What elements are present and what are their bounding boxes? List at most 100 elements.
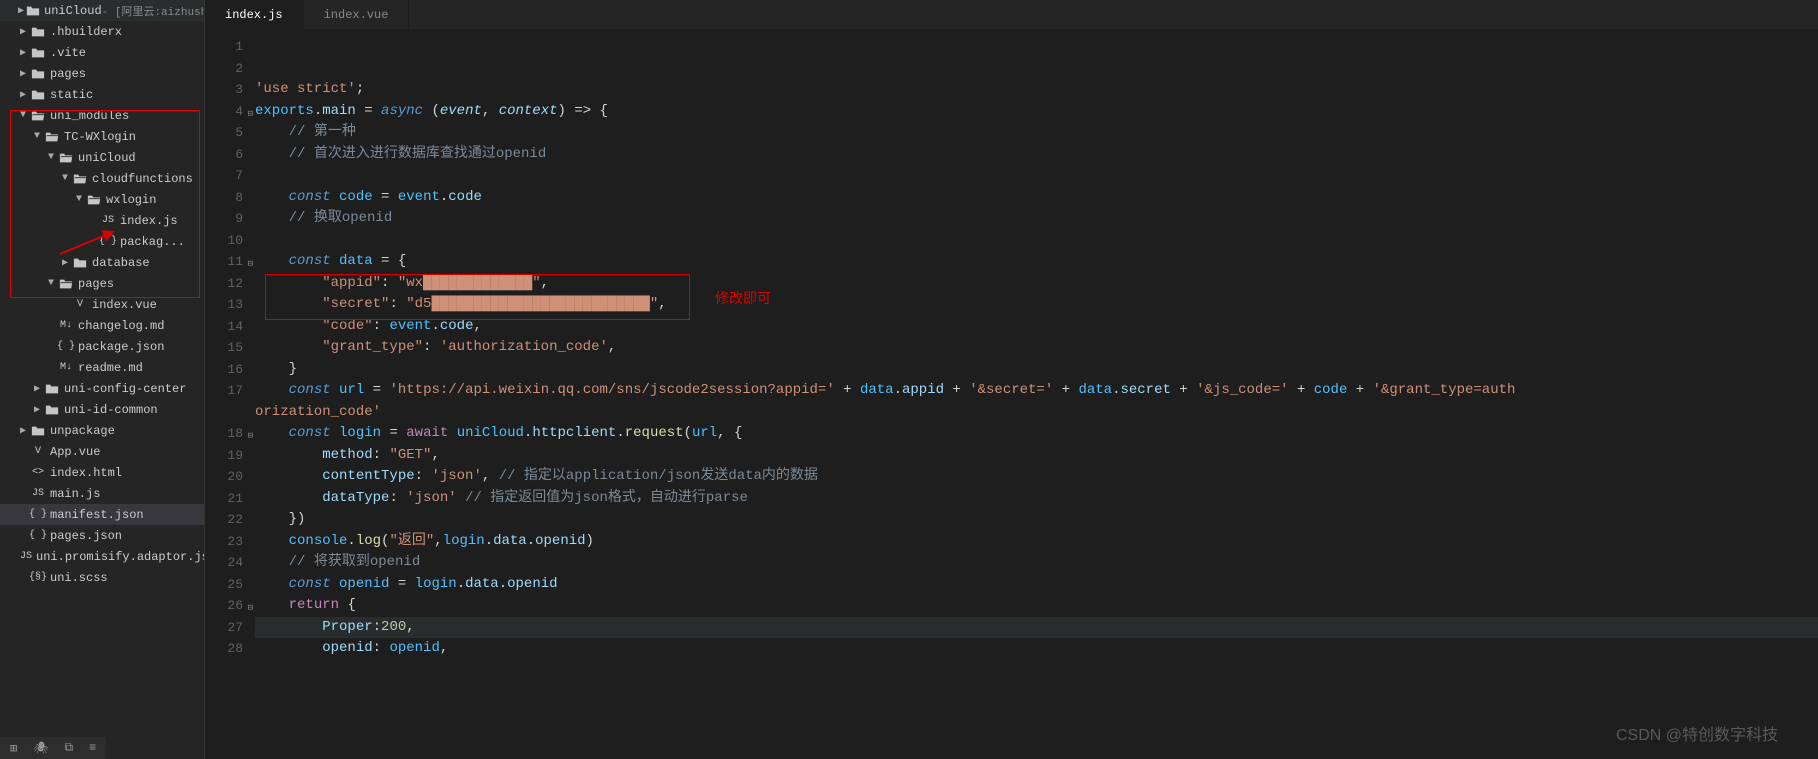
code-line[interactable]: "code": event.code, bbox=[255, 316, 1818, 338]
tree-item[interactable]: ▼wxlogin bbox=[0, 189, 204, 210]
tree-item[interactable]: ▶.hbuilderx bbox=[0, 21, 204, 42]
status-icon[interactable]: 🕷 bbox=[33, 741, 48, 756]
chevron-icon[interactable]: ▼ bbox=[32, 131, 42, 142]
code-line[interactable]: const url = 'https://api.weixin.qq.com/s… bbox=[255, 380, 1818, 402]
code-line[interactable]: const code = event.code bbox=[255, 187, 1818, 209]
tree-item[interactable]: ▼ cloudfunctions bbox=[0, 168, 204, 189]
file-explorer[interactable]: ▶uniCloud - [阿里云:aizhushou]▶.hbuilderx▶.… bbox=[0, 0, 205, 759]
code-line[interactable]: }) bbox=[255, 509, 1818, 531]
editor-area: index.jsindex.vue 1234⊟567891011⊟1213141… bbox=[205, 0, 1818, 759]
chevron-icon[interactable]: ▼ bbox=[74, 194, 84, 205]
tree-item[interactable]: ▶.vite bbox=[0, 42, 204, 63]
chevron-icon[interactable]: ▶ bbox=[32, 404, 42, 416]
chevron-icon[interactable]: ▶ bbox=[32, 383, 42, 395]
json-icon: { } bbox=[58, 341, 74, 352]
code-line[interactable]: return { bbox=[255, 595, 1818, 617]
code-line[interactable]: const data = { bbox=[255, 251, 1818, 273]
line-number: 25 bbox=[205, 574, 243, 596]
code-line[interactable] bbox=[255, 58, 1818, 80]
chevron-icon[interactable]: ▼ bbox=[18, 110, 28, 121]
chevron-icon[interactable]: ▶ bbox=[18, 26, 28, 38]
code-line[interactable]: openid: openid, bbox=[255, 638, 1818, 660]
code-line[interactable]: console.log("返回",login.data.openid) bbox=[255, 531, 1818, 553]
status-icon[interactable]: ≡ bbox=[89, 741, 96, 755]
tree-item-label: uni.scss bbox=[50, 571, 108, 585]
tree-item[interactable]: ▶database bbox=[0, 252, 204, 273]
tree-item[interactable]: ▶uniCloud - [阿里云:aizhushou] bbox=[0, 0, 204, 21]
code-line[interactable]: const openid = login.data.openid bbox=[255, 574, 1818, 596]
line-number: 22 bbox=[205, 509, 243, 531]
tree-item[interactable]: ▶uni-config-center bbox=[0, 378, 204, 399]
tree-item[interactable]: ▶pages bbox=[0, 63, 204, 84]
editor-tab[interactable]: index.vue bbox=[304, 0, 410, 29]
fold-icon[interactable]: ⊟ bbox=[248, 426, 253, 448]
code-line[interactable]: orization_code' bbox=[255, 402, 1818, 424]
code-content[interactable]: 'use strict';exports.main = async (event… bbox=[255, 30, 1818, 759]
app-root: ▶uniCloud - [阿里云:aizhushou]▶.hbuilderx▶.… bbox=[0, 0, 1818, 759]
code-line[interactable]: const login = await uniCloud.httpclient.… bbox=[255, 423, 1818, 445]
code-line[interactable] bbox=[255, 36, 1818, 58]
chevron-icon[interactable]: ▶ bbox=[18, 5, 24, 17]
chevron-icon[interactable]: ▼ bbox=[60, 173, 70, 184]
chevron-icon[interactable]: ▶ bbox=[18, 47, 28, 59]
tree-item[interactable]: { }package.json bbox=[0, 336, 204, 357]
code-line[interactable]: method: "GET", bbox=[255, 445, 1818, 467]
code-line[interactable]: } bbox=[255, 359, 1818, 381]
line-number: 21 bbox=[205, 488, 243, 510]
code-line[interactable]: // 将获取到openid bbox=[255, 552, 1818, 574]
chevron-icon[interactable]: ▼ bbox=[46, 152, 56, 163]
fold-icon[interactable]: ⊟ bbox=[248, 104, 253, 126]
tree-item[interactable]: Vindex.vue bbox=[0, 294, 204, 315]
tree-item[interactable]: { }packag... bbox=[0, 231, 204, 252]
tree-item[interactable]: VApp.vue bbox=[0, 441, 204, 462]
code-area[interactable]: 1234⊟567891011⊟121314151617 18⊟192021222… bbox=[205, 30, 1818, 759]
chevron-icon[interactable]: ▼ bbox=[46, 278, 56, 289]
chevron-icon[interactable]: ▶ bbox=[18, 425, 28, 437]
code-line[interactable]: "secret": "d5██████████████████████████"… bbox=[255, 294, 1818, 316]
code-line[interactable]: Proper:200, bbox=[255, 617, 1818, 639]
tree-item[interactable]: ▼uni_modules bbox=[0, 105, 204, 126]
code-line[interactable]: contentType: 'json', // 指定以application/j… bbox=[255, 466, 1818, 488]
tree-item[interactable]: ▶static bbox=[0, 84, 204, 105]
tree-item[interactable]: {§}uni.scss bbox=[0, 567, 204, 588]
status-icon[interactable]: ⧉ bbox=[64, 741, 73, 755]
tree-item[interactable]: ▼ pages bbox=[0, 273, 204, 294]
tree-item-label: index.html bbox=[50, 466, 122, 480]
tree-item[interactable]: M↓readme.md bbox=[0, 357, 204, 378]
code-line[interactable] bbox=[255, 165, 1818, 187]
folder-icon bbox=[30, 88, 46, 102]
code-line[interactable]: // 换取openid bbox=[255, 208, 1818, 230]
tree-item-label: pages bbox=[78, 277, 114, 291]
code-line[interactable]: // 首次进入进行数据库查找通过openid bbox=[255, 144, 1818, 166]
tree-item[interactable]: { }pages.json bbox=[0, 525, 204, 546]
line-number: 11⊟ bbox=[205, 251, 243, 273]
fold-icon[interactable]: ⊟ bbox=[248, 254, 253, 276]
code-line[interactable]: dataType: 'json' // 指定返回值为json格式，自动进行par… bbox=[255, 488, 1818, 510]
tree-item[interactable]: { }manifest.json bbox=[0, 504, 204, 525]
code-line[interactable] bbox=[255, 230, 1818, 252]
fold-icon[interactable]: ⊟ bbox=[248, 598, 253, 620]
chevron-icon[interactable]: ▶ bbox=[60, 257, 70, 269]
folder-open-icon bbox=[30, 109, 46, 123]
chevron-icon[interactable]: ▶ bbox=[18, 68, 28, 80]
tree-item-label: uniCloud bbox=[78, 151, 136, 165]
tree-item[interactable]: M↓changelog.md bbox=[0, 315, 204, 336]
tree-item[interactable]: <>index.html bbox=[0, 462, 204, 483]
tree-item[interactable]: ▼TC-WXlogin bbox=[0, 126, 204, 147]
tree-item[interactable]: ▶unpackage bbox=[0, 420, 204, 441]
chevron-icon[interactable]: ▶ bbox=[18, 89, 28, 101]
tree-item[interactable]: ▼ uniCloud bbox=[0, 147, 204, 168]
status-icon[interactable]: ⊞ bbox=[10, 741, 17, 756]
line-number: 17 bbox=[205, 380, 243, 402]
tree-item[interactable]: JSindex.js bbox=[0, 210, 204, 231]
tree-item-label: cloudfunctions bbox=[92, 172, 193, 186]
code-line[interactable]: exports.main = async (event, context) =>… bbox=[255, 101, 1818, 123]
code-line[interactable]: "grant_type": 'authorization_code', bbox=[255, 337, 1818, 359]
code-line[interactable]: "appid": "wx█████████████", bbox=[255, 273, 1818, 295]
code-line[interactable]: 'use strict'; bbox=[255, 79, 1818, 101]
code-line[interactable]: // 第一种 bbox=[255, 122, 1818, 144]
tree-item[interactable]: ▶uni-id-common bbox=[0, 399, 204, 420]
tree-item[interactable]: JSuni.promisify.adaptor.js bbox=[0, 546, 204, 567]
editor-tab[interactable]: index.js bbox=[205, 0, 304, 29]
tree-item[interactable]: JSmain.js bbox=[0, 483, 204, 504]
